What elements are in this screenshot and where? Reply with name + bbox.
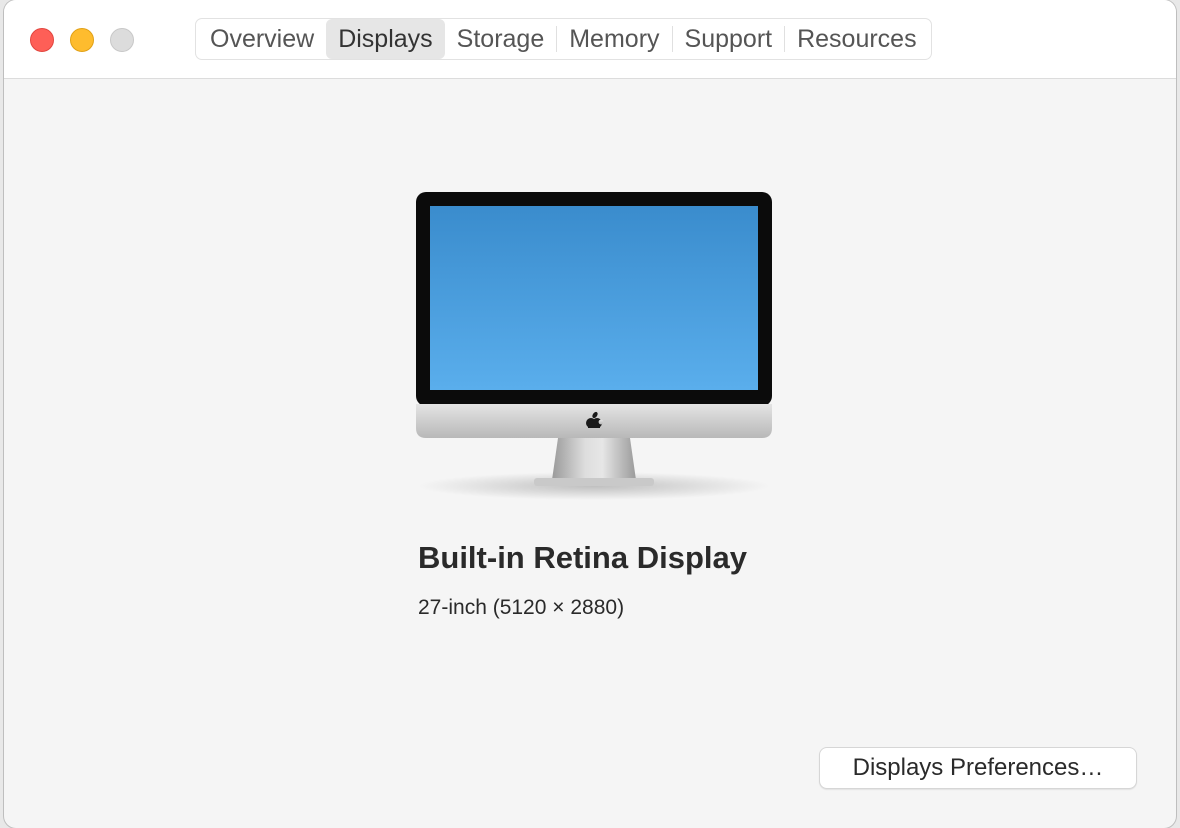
tab-overview[interactable]: Overview (198, 19, 326, 59)
tab-resources[interactable]: Resources (785, 19, 929, 59)
display-stand-foot (534, 478, 654, 486)
displays-preferences-button[interactable]: Displays Preferences… (819, 747, 1137, 789)
tab-support[interactable]: Support (673, 19, 785, 59)
close-button[interactable] (30, 28, 54, 52)
tab-storage[interactable]: Storage (445, 19, 557, 59)
tab-memory[interactable]: Memory (557, 19, 671, 59)
title-bar: Overview Displays Storage Memory Support… (4, 0, 1176, 79)
about-this-mac-window: Overview Displays Storage Memory Support… (4, 0, 1176, 828)
display-screen (430, 206, 758, 390)
tab-displays[interactable]: Displays (326, 19, 445, 59)
imac-display-icon (416, 192, 772, 500)
display-stand (552, 438, 636, 480)
zoom-button[interactable] (110, 28, 134, 52)
display-name: Built-in Retina Display (418, 540, 747, 575)
section-tabs: Overview Displays Storage Memory Support… (195, 18, 932, 60)
minimize-button[interactable] (70, 28, 94, 52)
display-spec: 27-inch (5120 × 2880) (418, 596, 625, 619)
